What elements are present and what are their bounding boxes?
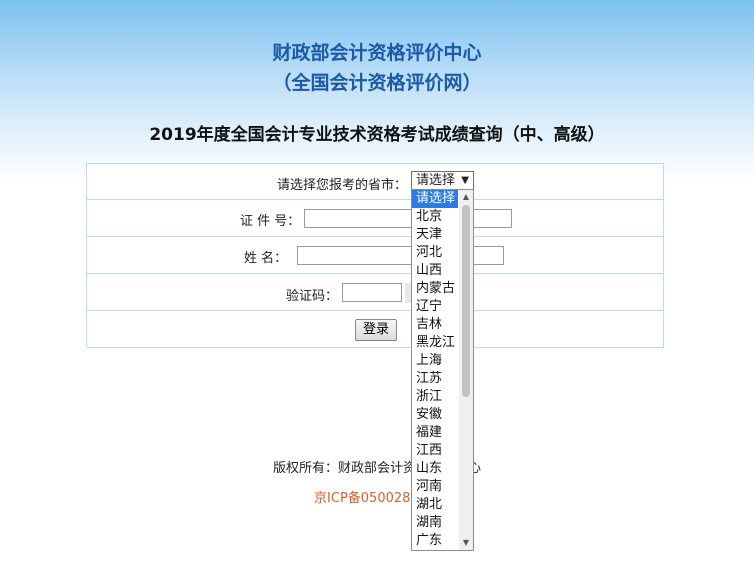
province-select-value: 请选择 [416,173,456,188]
province-dropdown-list[interactable]: 请选择 北京 天津 河北 山西 内蒙古 辽宁 吉林 黑龙江 上海 江苏 浙江 安徽 福建 江西 山东 河南 湖北湖… [411,189,474,551]
copyright-text: 版权所有：财政部会计资格评价中心 [272,461,481,476]
dropdown-option[interactable]: 江苏 [412,370,458,388]
dropdown-option[interactable]: 辽宁 [412,298,458,316]
dropdown-option[interactable]: 上海 [412,352,458,370]
dropdown-option[interactable]: 山西 [412,262,458,280]
icp-link[interactable]: 京ICP备05002865号 [0,487,754,506]
dropdown-option[interactable]: 天津 [412,226,458,244]
province-row: 请选择您报考的省市： 请选择 ▼ [87,164,663,200]
page-title: 2019年度全国会计专业技术资格考试成绩查询（中、高级） [149,125,605,145]
province-label: 请选择您报考的省市： [277,178,408,193]
dropdown-option[interactable]: 安徽 [412,406,458,424]
site-subtitle: （全国会计资格评价网） [272,72,482,94]
submit-row: 登录 [87,312,663,348]
dropdown-option[interactable]: 请选择 [412,190,458,208]
province-select[interactable]: 请选择 ▼ [411,171,474,191]
dropdown-arrow-icon: ▼ [461,175,469,186]
dropdown-option[interactable]: 福建 [412,424,458,442]
scroll-thumb[interactable] [462,205,470,397]
scroll-up-icon[interactable]: ▲ [459,190,473,204]
login-button[interactable]: 登录 [355,319,397,341]
dropdown-option[interactable]: 河南 [412,478,458,496]
captcha-label: 验证码： [286,289,339,304]
dropdown-option[interactable]: 内蒙古 [412,280,458,298]
captcha-input[interactable] [342,283,402,302]
site-title: 财政部会计资格评价中心 [272,42,482,64]
dropdown-option[interactable]: 湖北 [412,496,458,514]
scroll-down-icon[interactable]: ▼ [459,536,473,550]
dropdown-option[interactable]: 浙江 [412,388,458,406]
dropdown-option[interactable]: 江西 [412,442,458,460]
name-row: 姓 名： [87,238,663,274]
name-label: 姓 名： [244,251,288,266]
query-form: 请选择您报考的省市： 请选择 ▼ 证 件 号： 姓 名： 验证码： 登录 [86,163,664,348]
dropdown-option[interactable]: 吉林 [412,316,458,334]
dropdown-option[interactable]: 湖南 [412,514,458,532]
dropdown-option[interactable]: 广东 [412,532,458,550]
dropdown-option[interactable]: 山东 [412,460,458,478]
id-label: 证 件 号： [240,214,301,229]
dropdown-option[interactable]: 北京 [412,208,458,226]
id-number-input[interactable] [304,209,512,228]
dropdown-option[interactable]: 黑龙江 [412,334,458,352]
dropdown-option[interactable]: 河北 [412,244,458,262]
captcha-row: 验证码： [87,275,663,311]
dropdown-options: 请选择 北京 天津 河北 山西 内蒙古 辽宁 吉林 黑龙江 上海 江苏 浙江 安徽 福建 江西 山东 河南 湖北湖… [412,190,458,550]
dropdown-scrollbar[interactable]: ▲ ▼ [459,190,473,550]
id-row: 证 件 号： [87,201,663,237]
